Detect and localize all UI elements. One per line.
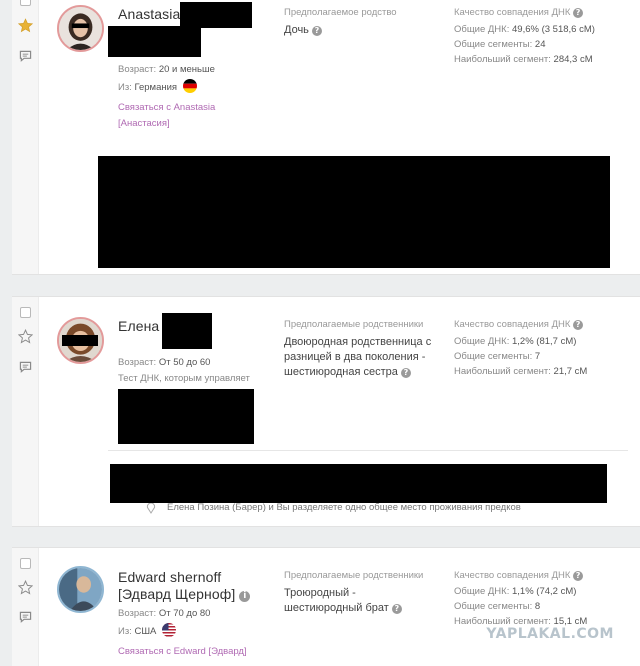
match-card-elena: Елена Возраст: От 50 до 60 Тест ДНК, кот…: [12, 296, 640, 527]
match-name-translit[interactable]: [Эдвард Щернoф] i: [118, 586, 251, 602]
contact-link-translit[interactable]: [Анастасия]: [118, 118, 170, 129]
dna-quality-header: Качество совпадения ДНК ?: [454, 319, 584, 330]
dna-quality-header: Качество совпадения ДНК ?: [454, 7, 584, 18]
age-row: Возраст: От 70 до 80: [118, 608, 211, 619]
note-icon[interactable]: [19, 361, 32, 373]
note-icon[interactable]: [19, 611, 32, 623]
dna-quality-header: Качество совпадения ДНК ?: [454, 570, 584, 581]
avatar[interactable]: [57, 566, 104, 613]
select-checkbox[interactable]: [20, 307, 31, 318]
note-icon[interactable]: [19, 50, 32, 62]
relationship-value: Двоюродная родственница с разницей в два…: [284, 336, 432, 378]
dna-stats: Общие ДНК: 49,6% (3 518,6 сМ) Общие сегм…: [454, 24, 595, 65]
age-row: Возраст: 20 и меньше: [118, 64, 215, 75]
usa-flag-icon: [162, 623, 177, 637]
info-icon[interactable]: i: [239, 591, 251, 602]
redaction-block: [108, 26, 201, 57]
star-outline-icon[interactable]: [18, 329, 33, 344]
relationship-header: Предполагаемые родственники: [284, 570, 424, 581]
star-icon[interactable]: [18, 18, 33, 33]
help-icon[interactable]: ?: [311, 26, 322, 36]
card-action-rail: [12, 548, 39, 666]
redaction-block: [62, 335, 98, 346]
help-icon[interactable]: ?: [573, 8, 584, 18]
help-icon[interactable]: ?: [573, 320, 584, 330]
help-icon[interactable]: ?: [573, 571, 584, 581]
location-pin-icon: [146, 502, 156, 514]
divider: [108, 450, 628, 451]
match-name[interactable]: Anastasia: [118, 6, 180, 22]
help-icon[interactable]: ?: [400, 368, 411, 378]
card-action-rail: [12, 297, 39, 526]
relationship-value: Дочь ?: [284, 23, 322, 38]
managed-by-label: Тест ДНК, которым управляет: [118, 373, 250, 384]
dna-stats: Общие ДНК: 1,1% (74,2 сМ) Общие сегменты…: [454, 586, 588, 627]
redaction-block: [110, 464, 607, 503]
contact-link[interactable]: Связаться с Edward [Эдвард]: [118, 646, 247, 657]
avatar[interactable]: [57, 5, 104, 52]
location-row: Из: Германия: [118, 79, 197, 93]
match-name[interactable]: Елена: [118, 318, 159, 334]
relationship-header: Предполагаемое родство: [284, 7, 397, 18]
age-row: Возраст: От 50 до 60: [118, 357, 211, 368]
germany-flag-icon: [182, 79, 197, 93]
star-outline-icon[interactable]: [18, 580, 33, 595]
contact-link[interactable]: Связаться с Anastasia: [118, 102, 215, 113]
match-card-edward: Edward shernoff [Эдвард Щернoф] i Возрас…: [12, 547, 640, 666]
redaction-block: [162, 313, 212, 349]
watermark: YAPLAKAL.COM: [486, 626, 614, 642]
redaction-block: [180, 2, 252, 28]
card-action-rail: [12, 0, 39, 274]
select-checkbox[interactable]: [20, 558, 31, 569]
relationship-header: Предполагаемые родственники: [284, 319, 424, 330]
ancestral-place-text: Елена Позина (Барер) и Вы разделяете одн…: [167, 502, 521, 513]
match-card-anastasia: Anastasia Возраст: 20 и меньше Из: Герма…: [12, 0, 640, 275]
redaction-block: [98, 156, 610, 268]
dna-stats: Общие ДНК: 1,2% (81,7 сМ) Общие сегменты…: [454, 336, 588, 377]
match-name[interactable]: Edward shernoff: [118, 569, 221, 585]
redaction-block: [118, 389, 254, 444]
help-icon[interactable]: ?: [391, 604, 402, 614]
relationship-value: Троюродный - шестиюродный брат ?: [284, 586, 424, 616]
location-row: Из: США: [118, 623, 177, 637]
select-checkbox[interactable]: [20, 0, 31, 6]
